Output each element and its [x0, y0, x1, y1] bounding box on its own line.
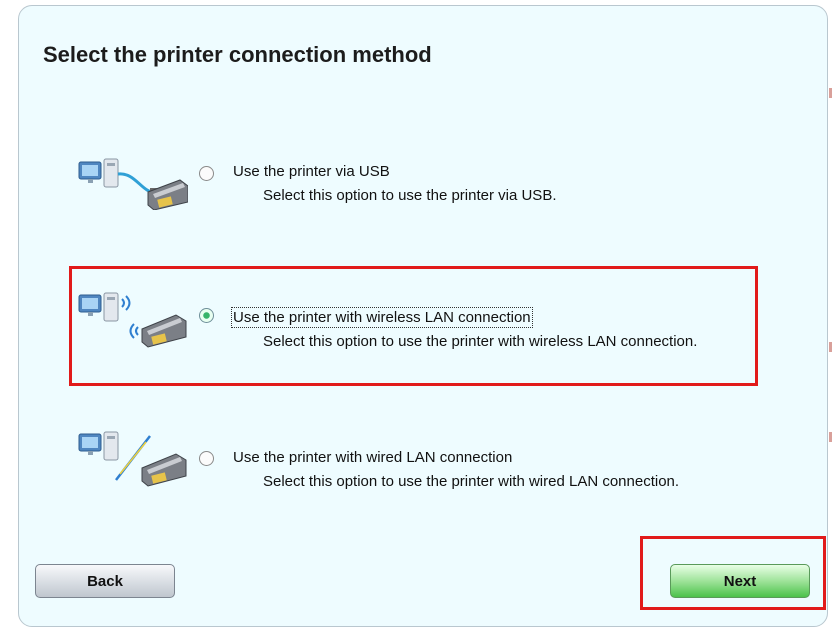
- option-wired-lan-description: Select this option to use the printer wi…: [263, 473, 680, 490]
- next-button[interactable]: Next: [670, 564, 810, 598]
- page-title: Select the printer connection method: [43, 42, 432, 67]
- edge-marker: [829, 88, 832, 98]
- highlight-wireless-option: [69, 266, 758, 386]
- back-button[interactable]: Back: [35, 564, 175, 598]
- option-wired-lan-label[interactable]: Use the printer with wired LAN connectio…: [233, 449, 512, 466]
- radio-wired-lan[interactable]: [199, 451, 214, 466]
- usb-connection-icon: [78, 158, 188, 210]
- option-usb[interactable]: Use the printer via USB Select this opti…: [0, 150, 835, 220]
- radio-usb[interactable]: [199, 166, 214, 181]
- option-wired-lan[interactable]: Use the printer with wired LAN connectio…: [0, 430, 835, 500]
- option-usb-description: Select this option to use the printer vi…: [263, 187, 557, 204]
- option-usb-label[interactable]: Use the printer via USB: [233, 163, 390, 180]
- wired-lan-connection-icon: [78, 431, 187, 487]
